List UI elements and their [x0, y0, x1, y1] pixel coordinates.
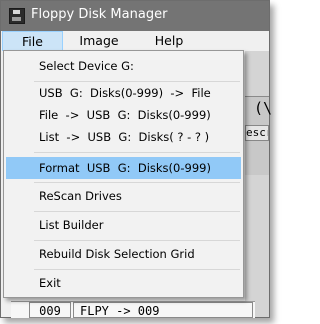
menu-help[interactable]: Help	[143, 31, 195, 51]
title-bar[interactable]: Floppy Disk Manager	[1, 1, 269, 31]
file-menu-dropdown: Select Device G: USB G: Disks(0-999) -> …	[3, 50, 244, 298]
menu-file[interactable]: File	[2, 31, 63, 51]
background-paren-text: (\	[254, 99, 273, 117]
menu-item-list-to-usb[interactable]: List -> USB G: Disks( ? - ? )	[6, 126, 241, 148]
background-panel	[245, 51, 269, 317]
app-window: Floppy Disk Manager File Image Help (\ e…	[0, 0, 273, 318]
description-column-header[interactable]: escr	[245, 125, 269, 141]
menu-bar: File Image Help	[1, 31, 269, 51]
menu-item-rebuild-grid[interactable]: Rebuild Disk Selection Grid	[6, 243, 241, 265]
menu-item-select-device[interactable]: Select Device G:	[6, 55, 241, 77]
menu-separator	[34, 211, 240, 212]
window-title: Floppy Disk Manager	[31, 7, 168, 22]
menu-image[interactable]: Image	[71, 31, 127, 51]
menu-separator	[34, 240, 240, 241]
menu-item-exit[interactable]: Exit	[6, 272, 241, 294]
menu-separator	[34, 269, 240, 270]
disk-name-cell[interactable]: FLPY -> 009	[73, 302, 253, 318]
menu-item-list-builder[interactable]: List Builder	[6, 214, 241, 236]
menu-item-file-to-usb[interactable]: File -> USB G: Disks(0-999)	[6, 104, 241, 126]
menu-separator	[34, 152, 240, 153]
menu-separator	[34, 182, 240, 183]
floppy-disk-icon	[9, 8, 25, 24]
menu-item-format-usb[interactable]: Format USB G: Disks(0-999)	[6, 157, 241, 179]
menu-item-usb-to-file[interactable]: USB G: Disks(0-999) -> File	[6, 82, 241, 104]
disk-number-cell[interactable]: 009	[29, 302, 71, 318]
menu-item-rescan-drives[interactable]: ReScan Drives	[6, 185, 241, 207]
table-row[interactable]: 009 FLPY -> 009	[11, 301, 255, 318]
